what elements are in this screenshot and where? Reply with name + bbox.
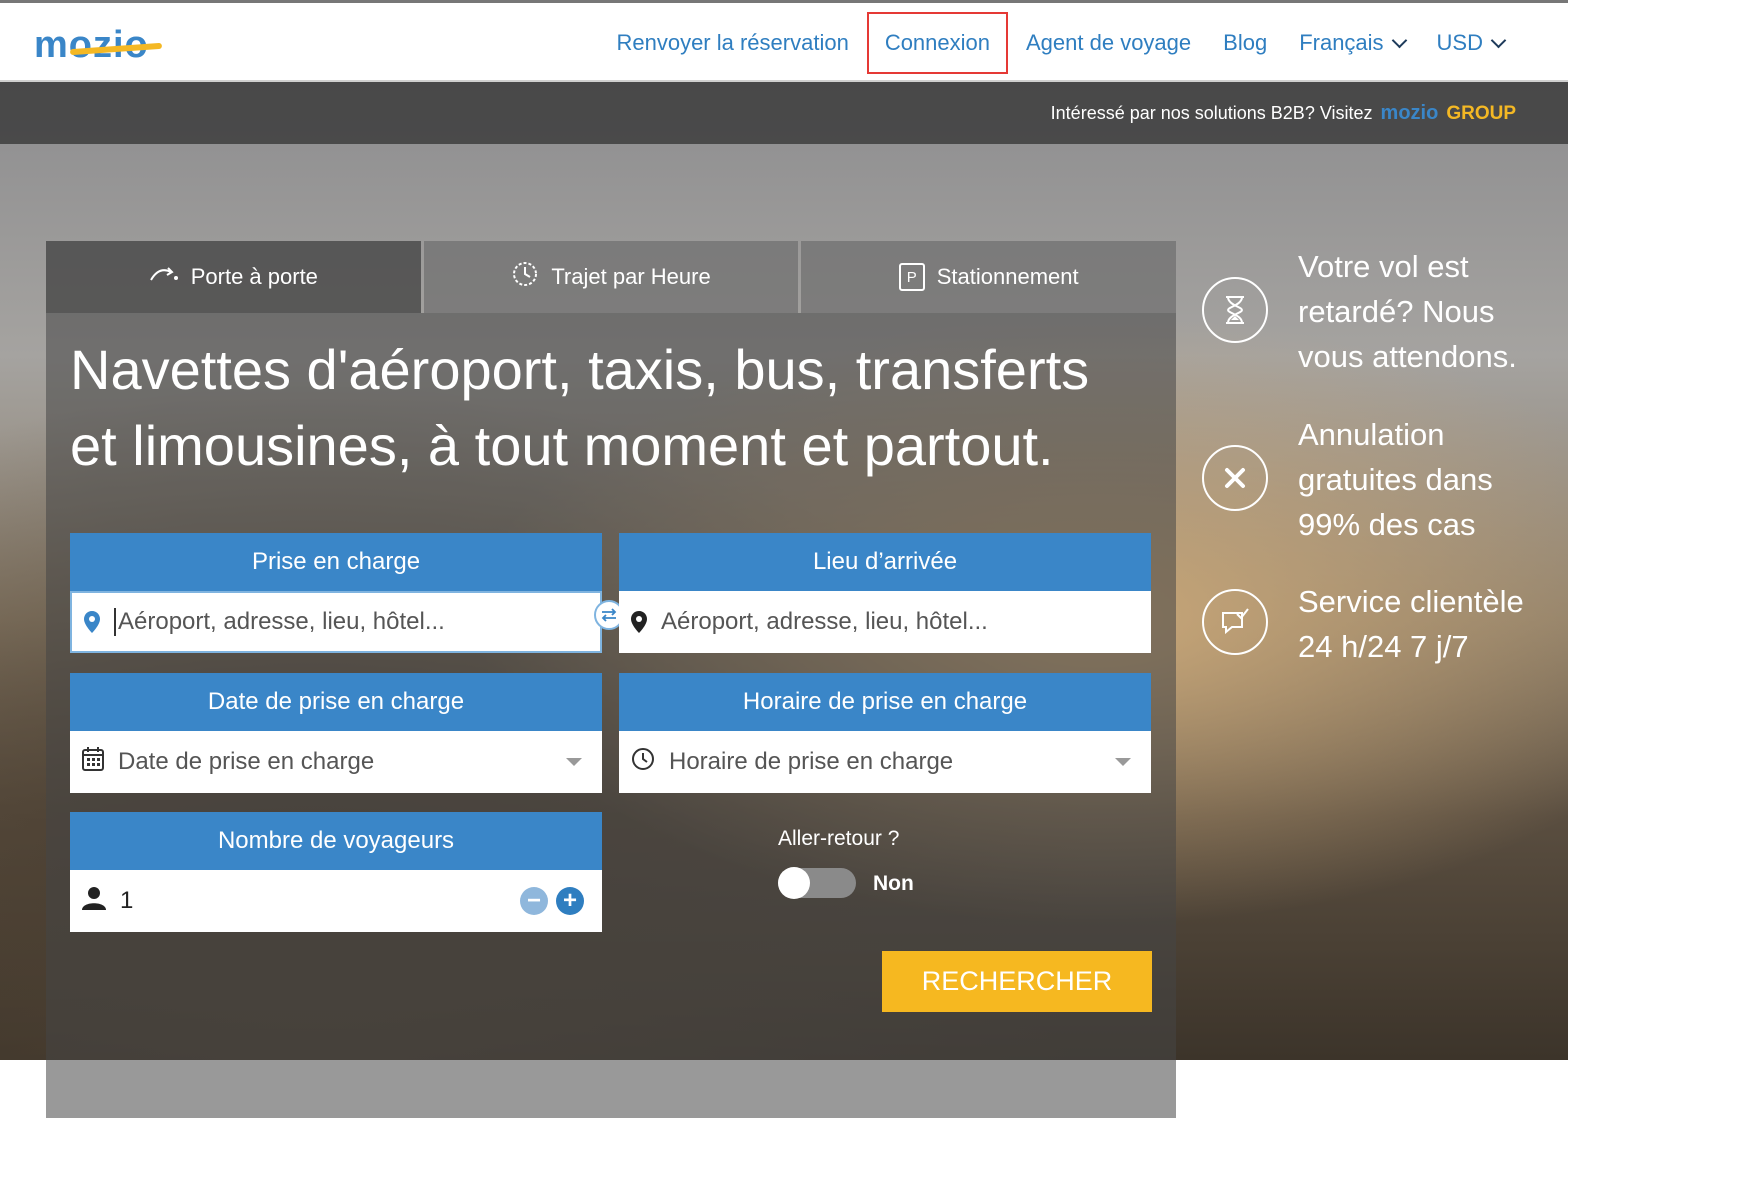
chevron-down-icon [1490,32,1507,48]
language-selector[interactable]: Français [1283,12,1420,74]
round-trip-state: Non [873,872,914,895]
calendar-icon [82,746,104,778]
travelers-count: 1 [120,887,134,914]
toggle-knob [778,867,810,899]
location-pin-icon [84,611,100,633]
dropdown-arrow-icon [1115,758,1131,766]
currency-label: USD [1436,30,1483,55]
feature-line: gratuites dans [1298,462,1493,497]
chevron-down-icon [1391,32,1407,48]
time-select[interactable]: Horaire de prise en charge [619,731,1151,793]
tab-hourly[interactable]: Trajet par Heure [423,241,799,313]
nav-login[interactable]: Connexion [866,12,1008,74]
currency-selector[interactable]: USD [1421,12,1520,74]
feature-line: retardé? Nous [1298,294,1495,329]
dropdown-arrow-icon [566,758,582,766]
dropoff-field: Lieu d’arrivée [619,533,1151,653]
top-navigation-bar: mozio Renvoyer la réservation Connexion … [0,0,1568,82]
cancel-icon [1202,445,1268,511]
time-label: Horaire de prise en charge [619,673,1151,731]
date-field: Date de prise en charge Date de prise en… [70,673,602,793]
feature-delay: Votre vol est retardé? Nous vous attendo… [1202,244,1562,384]
tab-label: Stationnement [936,264,1079,289]
mozio-group-label: GROUP [1446,102,1516,124]
service-tabs: Porte à porte Trajet par Heure P Station… [46,241,1177,313]
feature-line: vous attendons. [1298,339,1517,374]
date-label: Date de prise en charge [70,673,602,731]
dropoff-input[interactable] [647,607,1151,637]
clock-icon [511,260,539,295]
dropoff-label: Lieu d’arrivée [619,533,1151,591]
feature-text: Votre vol est retardé? Nous vous attendo… [1298,244,1538,379]
swap-icon [601,608,617,622]
location-pin-icon [631,611,647,633]
time-placeholder: Horaire de prise en charge [669,748,954,775]
feature-text: Annulation gratuites dans 99% des cas [1298,412,1538,547]
round-trip-toggle[interactable] [778,867,856,899]
nav-blog[interactable]: Blog [1207,12,1283,74]
hourglass-icon [1202,277,1268,343]
language-label: Français [1299,30,1384,55]
feature-line: Service clientèle [1298,584,1524,619]
tab-label: Porte à porte [190,264,318,289]
travelers-label: Nombre de voyageurs [70,812,602,870]
feature-line: 99% des cas [1298,507,1476,542]
main-nav: Renvoyer la réservation Connexion Agent … [600,3,1520,83]
feature-line: 24 h/24 7 j/7 [1298,629,1469,664]
travelers-field: Nombre de voyageurs 1 − + [70,812,602,932]
person-icon [82,886,106,917]
mozio-group-logo: mozio [1380,102,1439,124]
date-select[interactable]: Date de prise en charge [70,731,602,793]
mozio-logo[interactable]: mozio [34,24,163,66]
date-placeholder: Date de prise en charge [118,748,375,775]
round-trip-label: Aller-retour ? [778,827,900,850]
clock-icon [631,747,655,778]
pickup-label: Prise en charge [70,533,602,591]
b2b-link[interactable]: Intéressé par nos solutions B2B? Visitez… [1051,102,1516,125]
tab-label: Trajet par Heure [551,264,711,289]
pickup-input[interactable] [116,607,600,637]
decrement-button[interactable]: − [520,887,548,915]
page-headline: Navettes d'aéroport, taxis, bus, transfe… [70,338,1090,477]
nav-travel-agent[interactable]: Agent de voyage [1010,12,1207,74]
feature-text: Service clientèle 24 h/24 7 j/7 [1298,579,1538,669]
feature-cancellation: Annulation gratuites dans 99% des cas [1202,412,1562,552]
feature-line: Annulation [1298,417,1445,452]
parking-icon: P [898,263,925,291]
nav-resend-booking[interactable]: Renvoyer la réservation [600,12,864,74]
feature-line: Votre vol est [1298,249,1469,284]
hero-background: Intéressé par nos solutions B2B? Visitez… [0,82,1568,1118]
time-field: Horaire de prise en charge Horaire de pr… [619,673,1151,793]
chat-icon [1202,589,1268,655]
b2b-text: Intéressé par nos solutions B2B? Visitez [1050,103,1373,123]
dropoff-input-wrapper[interactable] [619,591,1151,653]
pickup-input-wrapper[interactable] [70,591,602,653]
tab-parking[interactable]: P Stationnement [801,241,1177,313]
increment-button[interactable]: + [556,887,584,915]
b2b-banner: Intéressé par nos solutions B2B? Visitez… [0,82,1568,144]
pickup-field: Prise en charge [70,533,602,653]
search-button[interactable]: RECHERCHER [882,951,1152,1012]
feature-support: Service clientèle 24 h/24 7 j/7 [1202,579,1562,679]
travelers-stepper: − + [520,887,584,915]
tab-door-to-door[interactable]: Porte à porte [46,241,421,313]
travelers-input-wrapper: 1 − + [70,870,602,932]
curved-arrow-icon [149,263,179,291]
